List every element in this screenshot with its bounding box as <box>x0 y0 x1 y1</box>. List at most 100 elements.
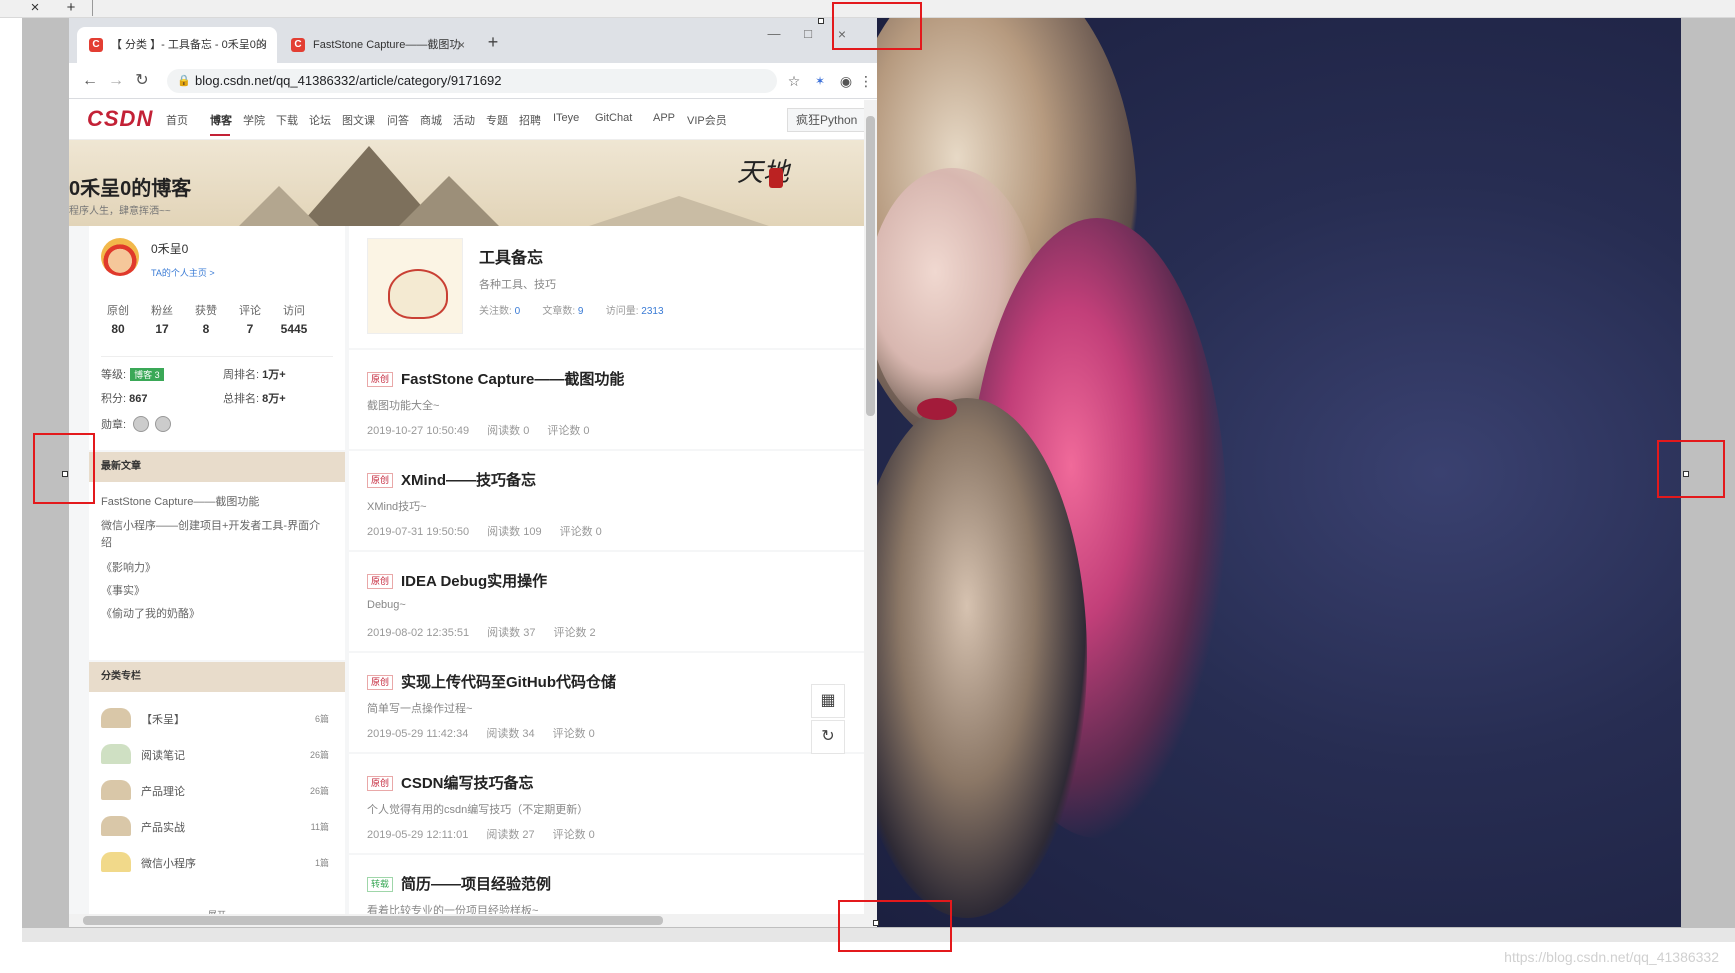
toolbar-divider <box>92 0 93 16</box>
column-header-card: 工具备忘 各种工具、技巧 关注数: 0 文章数: 9 访问量: 2313 <box>349 226 864 348</box>
article-title[interactable]: 实现上传代码至GitHub代码仓储 <box>401 671 616 692</box>
nav-item-mall[interactable]: 商城 <box>420 112 442 128</box>
recent-article-link[interactable]: 《偷动了我的奶酪》 <box>101 606 331 623</box>
article-title[interactable]: CSDN编写技巧备忘 <box>401 772 534 793</box>
recent-article-link[interactable]: 《事实》 <box>101 583 331 600</box>
article-title[interactable]: FastStone Capture——截图功能 <box>401 368 624 389</box>
nav-item-events[interactable]: 活动 <box>453 112 475 128</box>
blog-title: 0禾呈0的博客 <box>69 178 192 200</box>
level-badge: 博客 3 <box>130 368 164 381</box>
maximize-button[interactable]: □ <box>791 24 825 44</box>
nav-item-home[interactable]: 首页 <box>166 112 188 128</box>
new-image-button[interactable]: + <box>58 0 84 17</box>
back-to-top-icon[interactable]: ↻ <box>811 720 845 754</box>
recent-article-link[interactable]: FastStone Capture——截图功能 <box>101 494 331 511</box>
article-description: XMind技巧~ <box>367 501 427 513</box>
category-item[interactable]: 产品理论 26篇 <box>89 772 345 808</box>
vertical-scrollbar-thumb[interactable] <box>866 116 875 416</box>
nav-item-blog[interactable]: 博客 <box>210 112 232 128</box>
article-list-item[interactable]: 原创 实现上传代码至GitHub代码仓储 简单写一点操作过程~ 2019-05-… <box>349 653 864 752</box>
avatar[interactable] <box>101 238 139 276</box>
article-meta: 2019-05-29 12:11:01 阅读数 27 评论数 0 <box>367 829 595 841</box>
url-field[interactable]: 🔒 blog.csdn.net/qq_41386332/article/cate… <box>167 69 777 93</box>
original-badge: 原创 <box>367 473 394 488</box>
browser-tab[interactable]: C FastStone Capture——截图功 × <box>279 27 475 63</box>
medal-icon[interactable] <box>155 416 171 432</box>
column-description: 各种工具、技巧 <box>479 279 556 291</box>
resize-handle-top[interactable] <box>818 18 824 24</box>
nav-item-gitchat[interactable]: GitChat <box>595 112 632 124</box>
article-title[interactable]: 简历——项目经验范例 <box>401 873 551 894</box>
stat-original: 原创 80 <box>107 305 129 336</box>
article-list-item[interactable]: 原创 XMind——技巧备忘 XMind技巧~ 2019-07-31 19:50… <box>349 451 864 550</box>
article-list-item[interactable]: 原创 FastStone Capture——截图功能 截图功能大全~ 2019-… <box>349 350 864 449</box>
category-item[interactable]: 【禾呈】 6篇 <box>89 700 345 736</box>
category-count: 26篇 <box>309 786 329 796</box>
nav-item-app[interactable]: APP <box>653 112 675 124</box>
article-meta: 2019-05-29 11:42:34 阅读数 34 评论数 0 <box>367 728 595 740</box>
browser-tab-active[interactable]: C 【 分类 】- 工具备忘 - 0禾呈0的 × <box>77 27 277 63</box>
category-item[interactable]: 产品实战 11篇 <box>89 808 345 844</box>
nav-item-forum[interactable]: 论坛 <box>309 112 331 128</box>
minimize-button[interactable]: — <box>757 24 791 44</box>
extension-icon[interactable]: ✶ <box>809 70 831 92</box>
qrcode-icon[interactable]: ▦ <box>811 684 845 718</box>
captured-image[interactable]: C 【 分类 】- 工具备忘 - 0禾呈0的 × C FastStone Cap… <box>69 18 1681 927</box>
address-bar: ← → ↻ 🔒 blog.csdn.net/qq_41386332/articl… <box>69 63 877 99</box>
tab-close-icon[interactable]: × <box>260 27 267 63</box>
category-count: 6篇 <box>314 714 329 724</box>
article-description: 截图功能大全~ <box>367 400 440 412</box>
horizontal-scrollbar-thumb[interactable] <box>83 916 663 925</box>
banner-mountain <box>589 196 769 226</box>
nav-item-topics[interactable]: 专题 <box>486 112 508 128</box>
category-item[interactable]: 阅读笔记 26篇 <box>89 736 345 772</box>
profile-icon[interactable]: ◉ <box>835 70 857 92</box>
nav-item-qa[interactable]: 问答 <box>387 112 409 128</box>
reload-icon[interactable]: ↻ <box>131 70 153 92</box>
category-item[interactable]: 微信小程序 1篇 <box>89 844 345 880</box>
medal-icon[interactable] <box>133 416 149 432</box>
medals-label: 勋章: <box>101 419 127 431</box>
original-badge: 原创 <box>367 574 394 589</box>
article-description: 简单写一点操作过程~ <box>367 703 473 715</box>
csdn-logo[interactable]: CSDN <box>87 106 153 132</box>
article-title[interactable]: XMind——技巧备忘 <box>401 469 536 490</box>
nav-item-iteye[interactable]: ITeye <box>553 112 579 124</box>
nav-item-course[interactable]: 图文课 <box>342 112 375 128</box>
points-row: 积分: 867 <box>101 393 148 405</box>
profile-username[interactable]: 0禾呈0 <box>151 240 188 257</box>
category-name: 产品实战 <box>141 822 185 834</box>
close-image-button[interactable]: × <box>22 0 48 17</box>
article-description: 个人觉得有用的csdn编写技巧（不定期更新） <box>367 804 589 816</box>
total-rank-row: 总排名: 8万+ <box>223 393 286 405</box>
recent-article-link[interactable]: 微信小程序——创建项目+开发者工具-界面介绍 <box>101 518 331 552</box>
nav-item-download[interactable]: 下载 <box>276 112 298 128</box>
wallpaper-photo <box>877 18 1681 927</box>
nav-item-jobs[interactable]: 招聘 <box>519 112 541 128</box>
original-badge: 原创 <box>367 776 394 791</box>
article-list-item[interactable]: 原创 CSDN编写技巧备忘 个人觉得有用的csdn编写技巧（不定期更新） 201… <box>349 754 864 853</box>
tab-close-icon[interactable]: × <box>458 27 465 63</box>
original-badge: 原创 <box>367 372 394 387</box>
banner-mountain <box>399 176 499 226</box>
highlight-box-left <box>33 433 95 504</box>
nav-item-vip[interactable]: VIP会员 <box>687 112 727 128</box>
back-arrow-icon[interactable]: ← <box>79 70 101 92</box>
photo-lips <box>917 398 957 420</box>
homepage-link[interactable]: TA的个人主页 > <box>151 266 215 279</box>
level-row: 等级: 博客 3 <box>101 366 164 382</box>
forward-arrow-icon[interactable]: → <box>105 70 127 92</box>
column-title: 工具备忘 <box>479 250 544 267</box>
column-thumbnail <box>367 238 463 334</box>
menu-kebab-icon[interactable]: ⋮ <box>855 70 877 92</box>
nav-item-academy[interactable]: 学院 <box>243 112 265 128</box>
article-list-item[interactable]: 原创 IDEA Debug实用操作 Debug~ 2019-08-02 12:3… <box>349 552 864 651</box>
profile-divider <box>101 356 333 357</box>
category-thumbnail-icon <box>101 744 131 764</box>
new-tab-button[interactable]: + <box>481 30 505 54</box>
category-name: 微信小程序 <box>141 858 196 870</box>
category-name: 阅读笔记 <box>141 750 185 762</box>
recent-article-link[interactable]: 《影响力》 <box>101 560 331 577</box>
article-title[interactable]: IDEA Debug实用操作 <box>401 570 547 591</box>
bookmark-star-icon[interactable]: ☆ <box>783 70 805 92</box>
